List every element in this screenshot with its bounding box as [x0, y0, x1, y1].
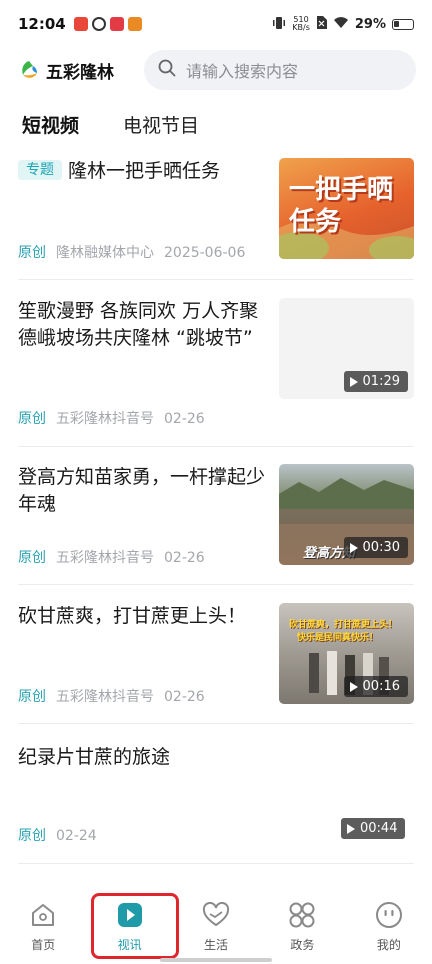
battery-icon [392, 18, 414, 30]
app-notification-icon [109, 17, 124, 31]
feed-item[interactable]: 笙歌漫野 各族同欢 万人齐聚德峨坡场共庆隆林 “跳坡节” 原创 五彩隆林抖音号 02… [18, 298, 414, 427]
feed-item-meta: 原创 五彩隆林抖音号 02-26 [18, 686, 205, 706]
home-icon [28, 900, 58, 930]
app-logo: 五彩隆林 [18, 58, 138, 83]
duration-text: 00:30 [362, 540, 400, 555]
publish-date: 02-24 [56, 828, 97, 844]
selection-highlight [91, 893, 179, 959]
feed-item-meta: 原创 五彩隆林抖音号 02-26 [18, 547, 205, 567]
heart-hand-icon [201, 900, 231, 930]
video-thumbnail[interactable]: 砍甘蔗爽，打甘蔗更上头！ 快乐是民间真快乐！ 00:16 [279, 603, 414, 704]
video-duration: 01:29 [343, 371, 408, 392]
nav-label: 政务 [290, 938, 315, 952]
logo-text: 五彩隆林 [46, 62, 114, 83]
status-time: 12:04 [18, 15, 66, 33]
feed-item[interactable]: 纪录片甘蔗的旅途 原创 02-24 00:44 [18, 744, 414, 848]
app-notification-icon [91, 17, 106, 31]
video-thumbnail[interactable]: 登高方知 00:30 [279, 464, 414, 565]
status-bar: 12:04 510 KB/s 29% [0, 0, 432, 48]
video-thumbnail[interactable]: 01:29 [279, 298, 414, 399]
feed-item[interactable]: 登高方知苗家勇，一杆撑起少年魂 原创 五彩隆林抖音号 02-26 登高方知 00:3… [18, 464, 414, 566]
feed-item-title: 专题 隆林一把手晒任务 [18, 158, 268, 185]
network-speed: 510 KB/s [292, 16, 310, 32]
app-notification-icon [73, 17, 88, 31]
divider [18, 863, 414, 864]
app-notification-icon [127, 17, 142, 31]
feed-item-title: 笙歌漫野 各族同欢 万人齐聚德峨坡场共庆隆林 “跳坡节” [18, 300, 259, 349]
status-right: 510 KB/s 29% [272, 16, 414, 33]
thumbnail-caption: 一把手晒任务 [289, 175, 394, 237]
divider [18, 446, 414, 447]
search-placeholder: 请输入搜索内容 [186, 62, 299, 81]
duration-text: 01:29 [362, 374, 400, 389]
play-icon [347, 823, 355, 834]
play-icon [349, 376, 358, 387]
feed-item-title: 纪录片甘蔗的旅途 [18, 746, 171, 768]
net-speed-unit: KB/s [292, 23, 310, 32]
feed-item[interactable]: 砍甘蔗爽，打甘蔗更上头！ 原创 五彩隆林抖音号 02-26 砍甘蔗爽，打甘蔗更上头！… [18, 603, 414, 705]
nav-government[interactable]: 政务 [259, 888, 345, 964]
home-indicator[interactable] [160, 958, 272, 962]
feed-item-title-text: 隆林一把手晒任务 [68, 160, 221, 182]
divider [18, 279, 414, 280]
video-duration: 00:44 [341, 818, 406, 839]
source-type: 原创 [18, 550, 46, 566]
feed-item-title: 砍甘蔗爽，打甘蔗更上头！ [18, 605, 247, 627]
divider [18, 723, 414, 724]
source-type: 原创 [18, 828, 46, 844]
nav-label: 我的 [376, 938, 401, 952]
source-type: 原创 [18, 245, 46, 261]
source-type: 原创 [18, 689, 46, 705]
publish-date: 02-26 [164, 411, 205, 427]
feed-item-meta: 原创 五彩隆林抖音号 02-26 [18, 408, 205, 428]
nav-profile[interactable]: 我的 [346, 888, 432, 964]
video-thumbnail[interactable]: 一把手晒任务 [279, 158, 414, 259]
feed-item-title: 登高方知苗家勇，一杆撑起少年魂 [18, 466, 266, 515]
notification-icons [73, 17, 142, 31]
tab-short-video[interactable]: 短视频 [22, 111, 79, 138]
play-icon [349, 542, 358, 553]
video-duration: 00:30 [343, 537, 408, 558]
feed-item-meta: 原创 02-24 [18, 825, 97, 845]
divider [18, 584, 414, 585]
feed-item[interactable]: 专题 隆林一把手晒任务 原创 隆林融媒体中心 2025-06-06 一把手晒任务 [18, 158, 414, 270]
nav-life[interactable]: 生活 [173, 888, 259, 964]
publish-date: 02-26 [164, 550, 205, 566]
publisher: 隆林融媒体中心 [56, 245, 154, 261]
feed-item-meta: 原创 隆林融媒体中心 2025-06-06 [18, 242, 245, 262]
nav-label: 生活 [204, 938, 229, 952]
sim-icon [316, 16, 327, 32]
vibrate-icon [272, 16, 286, 33]
bottom-nav: 首页 视讯 生活 政务 我的 [0, 888, 432, 964]
publish-date: 02-26 [164, 689, 205, 705]
publisher: 五彩隆林抖音号 [56, 411, 154, 427]
grid-clover-icon [287, 900, 317, 930]
content-tabs: 短视频 电视节目 [0, 104, 432, 144]
logo-icon [18, 59, 40, 81]
source-type: 原创 [18, 411, 46, 427]
duration-text: 00:16 [362, 679, 400, 694]
video-duration: 00:16 [343, 676, 408, 697]
wifi-icon [333, 16, 349, 32]
smile-icon [374, 900, 404, 930]
nav-label: 首页 [31, 938, 56, 952]
topic-tag: 专题 [18, 160, 62, 180]
publish-date: 2025-06-06 [164, 245, 246, 261]
publisher: 五彩隆林抖音号 [56, 550, 154, 566]
search-bar[interactable]: 请输入搜索内容 [144, 50, 416, 90]
search-icon [158, 59, 176, 81]
nav-home[interactable]: 首页 [0, 888, 86, 964]
publisher: 五彩隆林抖音号 [56, 689, 154, 705]
tab-tv-programs[interactable]: 电视节目 [123, 111, 199, 138]
battery-percent: 29% [354, 16, 386, 32]
duration-text: 00:44 [360, 821, 398, 836]
play-icon [349, 681, 358, 692]
header: 五彩隆林 请输入搜索内容 [0, 48, 432, 92]
